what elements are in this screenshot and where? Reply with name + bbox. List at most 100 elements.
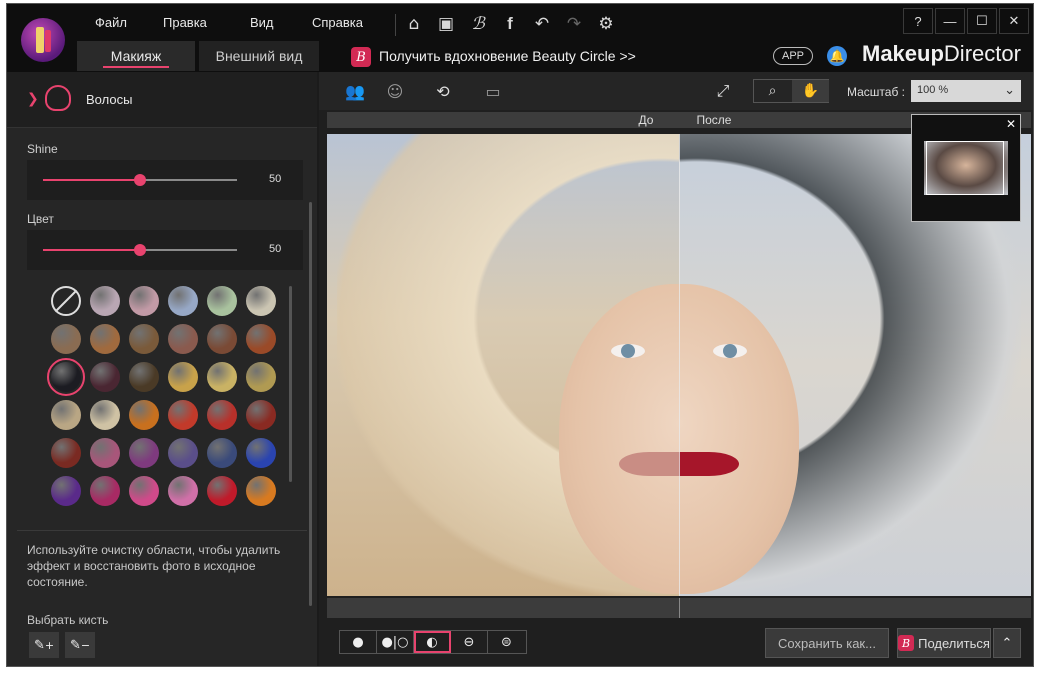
color-slider-handle[interactable]: [134, 244, 146, 256]
magnifier-icon[interactable]: ⌕: [754, 80, 791, 102]
hair-color-swatch[interactable]: [168, 400, 198, 430]
hair-color-swatch[interactable]: [129, 476, 159, 506]
original-view-icon[interactable]: ▭: [481, 80, 505, 102]
notification-bell-icon[interactable]: 🔔: [827, 46, 847, 66]
app-logo-icon: [21, 18, 65, 62]
hair-color-swatch[interactable]: [90, 400, 120, 430]
panel-title: Волосы: [86, 92, 133, 107]
hair-color-swatch[interactable]: [168, 476, 198, 506]
menu-help[interactable]: Справка: [312, 15, 363, 30]
panel-header[interactable]: ❯ Волосы: [7, 72, 317, 128]
split-horizontal-icon[interactable]: ⊖: [451, 631, 488, 653]
hair-color-swatch[interactable]: [129, 400, 159, 430]
after-label: После: [696, 113, 732, 127]
brush-erase-button[interactable]: ✎ −: [65, 632, 95, 658]
scale-select[interactable]: 100 % ⌄: [911, 80, 1021, 102]
tab-makeup[interactable]: Макияж: [77, 41, 195, 71]
hair-color-swatch[interactable]: [51, 400, 81, 430]
eye-left: [611, 344, 645, 358]
split-vertical-icon[interactable]: ◐: [414, 631, 451, 653]
brush-add-button[interactable]: ✎ +: [29, 632, 59, 658]
menu-view[interactable]: Вид: [250, 15, 274, 30]
face-icon[interactable]: ☺: [383, 80, 407, 102]
hair-color-swatch[interactable]: [90, 362, 120, 392]
scale-value: 100 %: [917, 84, 949, 96]
shine-value: 50: [269, 173, 282, 185]
redo-icon[interactable]: ↷: [563, 13, 585, 35]
hair-color-swatch[interactable]: [246, 438, 276, 468]
hair-color-swatch[interactable]: [207, 362, 237, 392]
hair-color-swatch[interactable]: [207, 400, 237, 430]
split-stack-icon[interactable]: ⊜: [488, 631, 525, 653]
brush-label: Выбрать кисть: [27, 613, 109, 627]
hair-color-swatch[interactable]: [168, 324, 198, 354]
help-button[interactable]: ?: [903, 8, 933, 34]
close-button[interactable]: ✕: [999, 8, 1029, 34]
hair-color-swatch[interactable]: [90, 438, 120, 468]
hair-color-swatch[interactable]: [90, 286, 120, 316]
history-icon[interactable]: ⟲: [431, 80, 455, 102]
settings-icon[interactable]: ⚙: [595, 13, 617, 35]
compare-split-line[interactable]: [679, 134, 680, 596]
app-button[interactable]: APP: [773, 47, 813, 65]
fit-screen-icon[interactable]: ⤢: [711, 80, 735, 102]
color-label: Цвет: [27, 212, 54, 226]
beauty-circle-badge-icon[interactable]: B: [351, 47, 371, 67]
hair-color-swatch[interactable]: [51, 476, 81, 506]
hair-color-swatch[interactable]: [129, 324, 159, 354]
tab-active-underline: [103, 66, 169, 68]
hair-color-swatch[interactable]: [47, 358, 85, 396]
shine-slider-handle[interactable]: [134, 174, 146, 186]
hair-color-swatch[interactable]: [246, 476, 276, 506]
navigator-panel[interactable]: ✕: [911, 114, 1021, 222]
face-compare-icon[interactable]: 👥: [343, 80, 367, 102]
chevron-up-icon[interactable]: ⌃: [993, 628, 1021, 658]
tab-appearance[interactable]: Внешний вид: [199, 41, 319, 71]
hair-color-swatch[interactable]: [207, 286, 237, 316]
beauty-circle-link[interactable]: Получить вдохновение Beauty Circle >>: [379, 48, 636, 64]
facebook-icon[interactable]: f: [499, 13, 521, 35]
hair-color-swatch[interactable]: [168, 286, 198, 316]
chevron-down-icon[interactable]: ❯: [27, 91, 39, 107]
hair-color-swatch[interactable]: [168, 362, 198, 392]
hair-color-swatch[interactable]: [90, 476, 120, 506]
palette-scrollbar[interactable]: [289, 286, 292, 482]
single-view-icon[interactable]: ●: [340, 631, 377, 653]
navigator-viewport[interactable]: [926, 141, 1004, 195]
undo-icon[interactable]: ↶: [531, 13, 553, 35]
hair-color-swatch[interactable]: [207, 438, 237, 468]
hair-color-swatch[interactable]: [129, 362, 159, 392]
beauty-circle-icon[interactable]: ℬ: [467, 13, 489, 35]
shine-slider[interactable]: [43, 174, 237, 186]
hair-color-swatch[interactable]: [168, 438, 198, 468]
share-button[interactable]: B Поделиться: [897, 628, 991, 658]
panel-scrollbar[interactable]: [309, 202, 312, 606]
hair-color-swatch[interactable]: [246, 286, 276, 316]
hair-icon: [45, 85, 71, 111]
hair-color-swatch[interactable]: [90, 324, 120, 354]
menu-file[interactable]: Файл: [95, 15, 127, 30]
home-icon[interactable]: ⌂: [403, 13, 425, 35]
hair-color-swatch[interactable]: [246, 400, 276, 430]
hair-panel: ❯ Волосы Shine 50 Цвет 50 Используйте оч…: [7, 72, 317, 666]
hair-color-swatch[interactable]: [207, 476, 237, 506]
menu-edit[interactable]: Правка: [163, 15, 207, 30]
hair-color-swatch[interactable]: [207, 324, 237, 354]
lips-before: [619, 452, 679, 476]
no-color-swatch[interactable]: [51, 286, 81, 316]
hair-color-swatch[interactable]: [246, 324, 276, 354]
minimize-button[interactable]: —: [935, 8, 965, 34]
split-marker: [679, 598, 680, 618]
hand-icon[interactable]: ✋: [792, 80, 829, 102]
color-slider[interactable]: [43, 244, 237, 256]
save-as-button[interactable]: Сохранить как...: [765, 628, 889, 658]
side-by-side-icon[interactable]: ●|○: [377, 631, 414, 653]
hair-color-swatch[interactable]: [51, 438, 81, 468]
hair-color-swatch[interactable]: [51, 324, 81, 354]
close-icon[interactable]: ✕: [1006, 117, 1016, 131]
maximize-button[interactable]: ☐: [967, 8, 997, 34]
hair-color-swatch[interactable]: [129, 286, 159, 316]
hair-color-swatch[interactable]: [129, 438, 159, 468]
hair-color-swatch[interactable]: [246, 362, 276, 392]
save-icon[interactable]: ▣: [435, 13, 457, 35]
